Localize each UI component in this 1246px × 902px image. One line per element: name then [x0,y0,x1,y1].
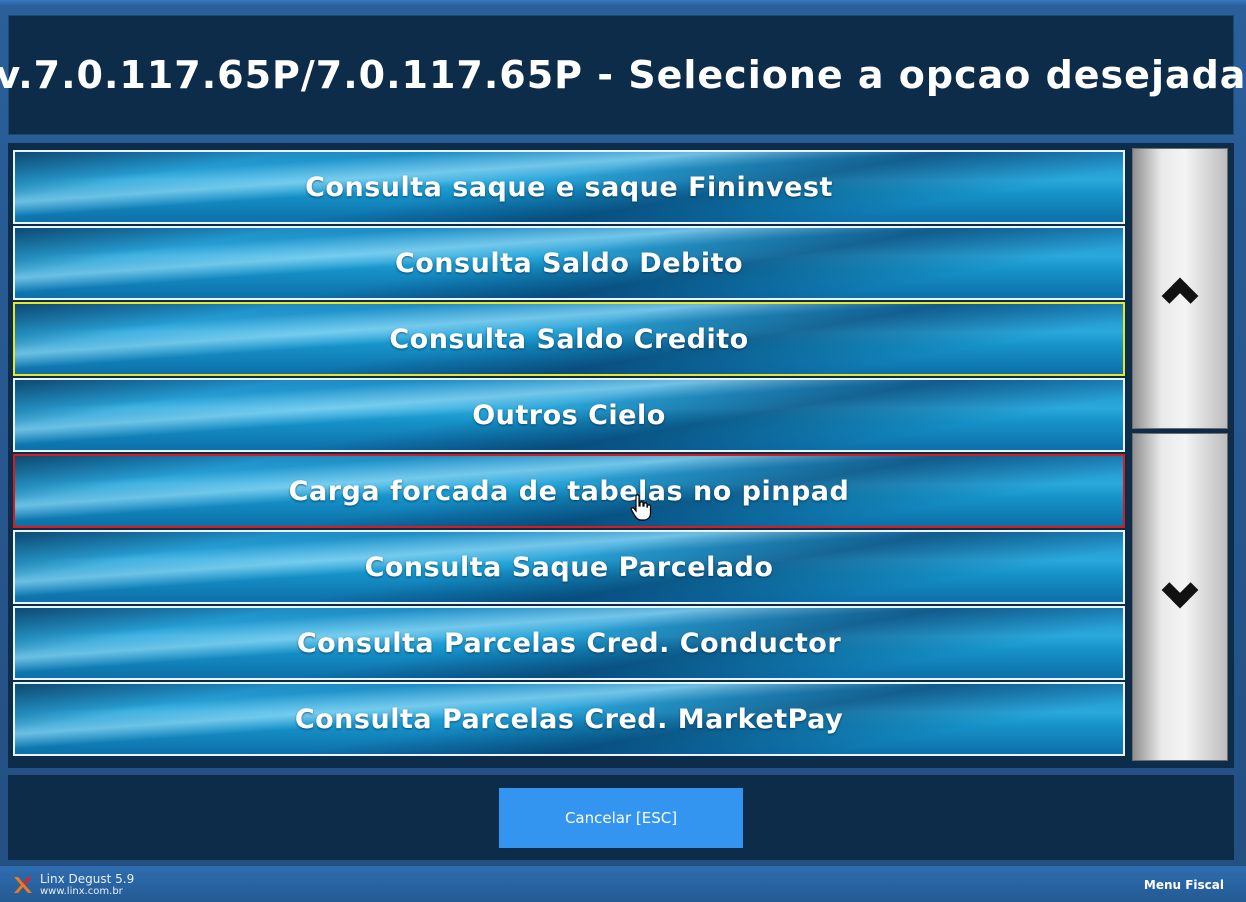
footer-panel: Cancelar [ESC] [8,775,1234,860]
brand-url: www.linx.com.br [40,886,123,897]
status-bar: Linx Degust 5.9 www.linx.com.br Menu Fis… [0,866,1246,902]
option-consulta-saldo-credito[interactable]: Consulta Saldo Credito [13,302,1125,376]
option-outros-cielo[interactable]: Outros Cielo [13,378,1125,452]
option-consulta-saque-parcelado[interactable]: Consulta Saque Parcelado [13,530,1125,604]
option-list: Consulta saque e saque Fininvest Consult… [13,150,1128,762]
option-consulta-saque-fininvest[interactable]: Consulta saque e saque Fininvest [13,150,1125,224]
linx-logo-icon [14,877,32,893]
option-label: Carga forcada de tabelas no pinpad [288,475,850,507]
option-label: Consulta saque e saque Fininvest [305,171,833,203]
option-label: Consulta Saque Parcelado [364,551,774,583]
option-consulta-saldo-debito[interactable]: Consulta Saldo Debito [13,226,1125,300]
scroll-up-button[interactable] [1132,148,1228,429]
option-label: Consulta Parcelas Cred. Conductor [296,627,842,659]
cancel-button[interactable]: Cancelar [ESC] [499,788,743,848]
options-panel: Consulta saque e saque Fininvest Consult… [8,143,1234,768]
app-window: v.7.0.117.65P/7.0.117.65P - Selecione a … [0,0,1246,902]
chevron-up-icon [1161,277,1199,314]
menu-fiscal-link[interactable]: Menu Fiscal [1144,878,1224,892]
option-label: Consulta Saldo Debito [394,247,744,279]
brand-name: Linx Degust 5.9 [40,872,135,886]
title-bar: v.7.0.117.65P/7.0.117.65P - Selecione a … [0,15,1245,135]
chevron-down-icon [1161,571,1199,609]
scroll-down-button[interactable] [1132,433,1228,761]
option-label: Outros Cielo [472,399,666,431]
option-label: Consulta Parcelas Cred. MarketPay [294,703,844,735]
option-consulta-parcelas-marketpay[interactable]: Consulta Parcelas Cred. MarketPay [13,682,1125,756]
option-carga-forcada-tabelas[interactable]: Carga forcada de tabelas no pinpad [13,454,1125,528]
option-label: Consulta Saldo Credito [389,323,749,355]
option-consulta-parcelas-conductor[interactable]: Consulta Parcelas Cred. Conductor [13,606,1125,680]
page-title: v.7.0.117.65P/7.0.117.65P - Selecione a … [0,53,1246,97]
